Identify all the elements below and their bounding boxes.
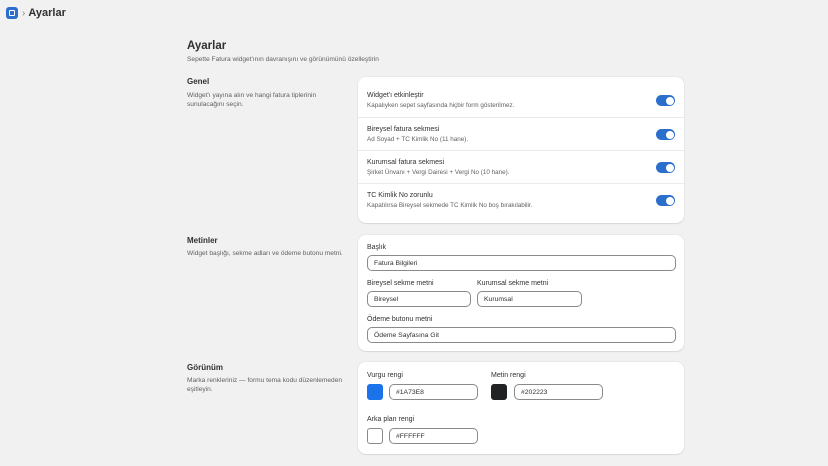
toggle-row-corporate-tab: Kurumsal fatura sekmesi Şirket Ünvanı + … xyxy=(358,150,684,183)
toggle-help: Ad Soyad + TC Kimlik No (11 hane). xyxy=(367,136,469,143)
appearance-card: Vurgu rengi #1A73E8 Metin rengi #202223 … xyxy=(358,362,684,454)
accent-color-swatch[interactable] xyxy=(367,384,383,400)
corporate-tab-input[interactable]: Kurumsal xyxy=(477,291,582,307)
text-color-label: Metin rengi xyxy=(491,372,526,379)
breadcrumb-title: Ayarlar xyxy=(28,7,66,19)
page-subtitle: Sepette Fatura widget'ının davranışını v… xyxy=(187,56,379,63)
accent-color-input[interactable]: #1A73E8 xyxy=(389,384,478,400)
tc-required-toggle[interactable] xyxy=(656,195,675,206)
toggle-label: TC Kimlik No zorunlu xyxy=(367,192,433,199)
section-title-general: Genel xyxy=(187,77,210,86)
background-color-label: Arka plan rengi xyxy=(367,416,415,423)
toggle-row-individual-tab: Bireysel fatura sekmesi Ad Soyad + TC Ki… xyxy=(358,117,684,150)
section-title-appearance: Görünüm xyxy=(187,363,223,372)
toggle-label: Kurumsal fatura sekmesi xyxy=(367,159,445,166)
general-settings-card: Widget'ı etkinleştir Kapalıyken sepet sa… xyxy=(358,77,684,223)
page-title: Ayarlar xyxy=(187,40,227,52)
heading-input[interactable]: Fatura Bilgileri xyxy=(367,255,676,271)
background-color-input[interactable]: #FFFFFF xyxy=(389,428,478,444)
texts-card: Başlık Fatura Bilgileri Bireysel sekme m… xyxy=(358,235,684,351)
toggle-row-tc-required: TC Kimlik No zorunlu Kapatılırsa Bireyse… xyxy=(358,183,684,216)
background-color-swatch[interactable] xyxy=(367,428,383,444)
top-bar: › Ayarlar xyxy=(0,0,828,26)
individual-tab-toggle[interactable] xyxy=(656,129,675,140)
individual-tab-field-label: Bireysel sekme metni xyxy=(367,280,434,287)
section-description-appearance: Marka renkleriniz — formu tema kodu düze… xyxy=(187,377,343,393)
chevron-right-icon: › xyxy=(22,7,26,19)
app-icon[interactable] xyxy=(6,7,18,19)
toggle-help: Kapatılırsa Bireysel sekmede TC Kimlik N… xyxy=(367,202,533,209)
checkout-button-field-label: Ödeme butonu metni xyxy=(367,316,433,323)
checkout-button-input[interactable]: Ödeme Sayfasına Git xyxy=(367,327,676,343)
toggle-help: Şirket Ünvanı + Vergi Dairesi + Vergi No… xyxy=(367,169,510,176)
heading-field-label: Başlık xyxy=(367,244,387,251)
corporate-tab-field-label: Kurumsal sekme metni xyxy=(477,280,549,287)
text-color-swatch[interactable] xyxy=(491,384,507,400)
toggle-label: Widget'ı etkinleştir xyxy=(367,92,424,99)
text-color-input[interactable]: #202223 xyxy=(514,384,603,400)
accent-color-label: Vurgu rengi xyxy=(367,372,403,379)
widget-enabled-toggle[interactable] xyxy=(656,95,675,106)
section-description-texts: Widget başlığı, sekme adları ve ödeme bu… xyxy=(187,250,343,257)
section-description-general: Widget'ı yayına alın ve hangi fatura tip… xyxy=(187,92,317,108)
individual-tab-input[interactable]: Bireysel xyxy=(367,291,471,307)
toggle-label: Bireysel fatura sekmesi xyxy=(367,126,440,133)
corporate-tab-toggle[interactable] xyxy=(656,162,675,173)
toggle-help: Kapalıyken sepet sayfasında hiçbir form … xyxy=(367,102,515,109)
section-title-texts: Metinler xyxy=(187,236,218,245)
